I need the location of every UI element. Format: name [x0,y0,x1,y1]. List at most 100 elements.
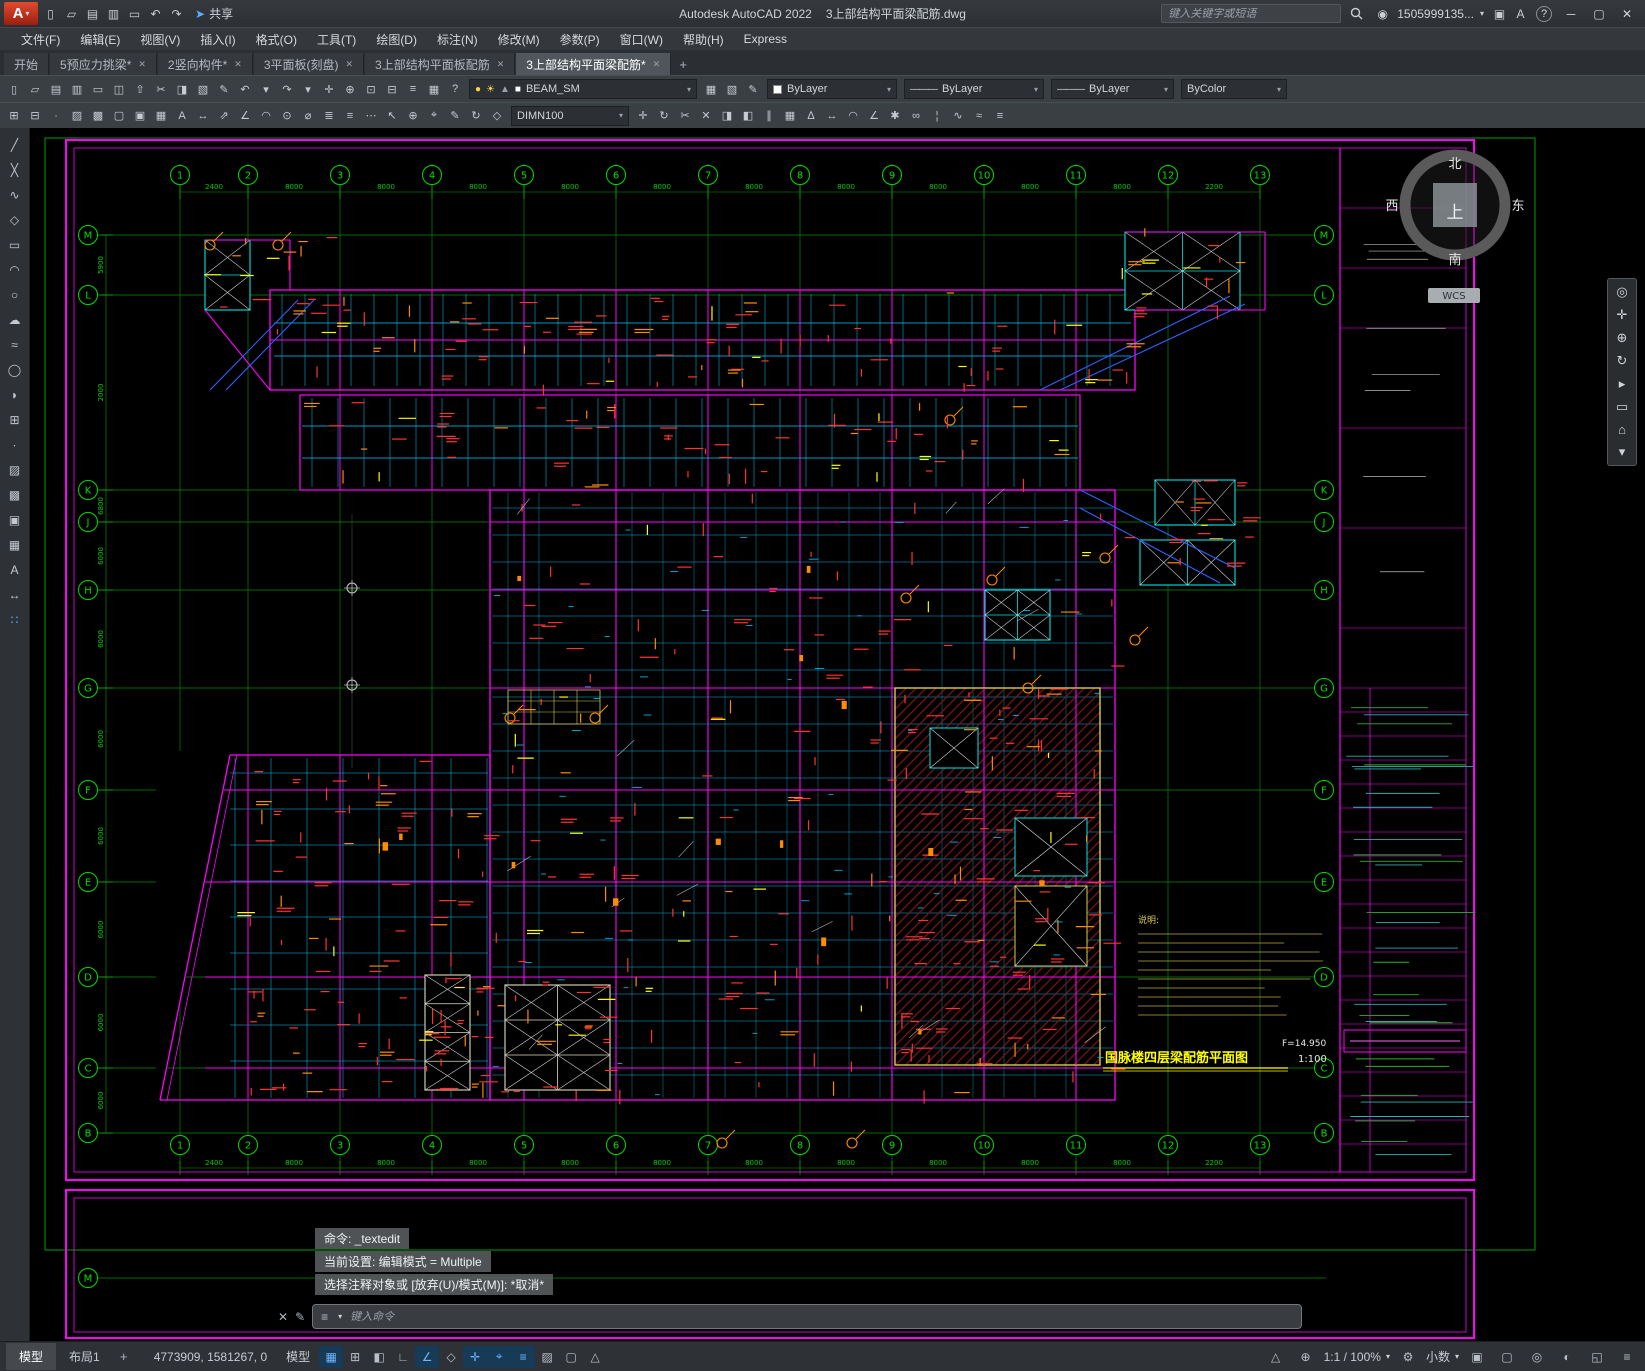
insert-block-tool[interactable]: ⊞ [3,409,27,431]
gradient-icon[interactable]: ▩ [88,105,108,126]
menu-item-12[interactable]: Express [735,29,796,49]
doc-tab-4[interactable]: 3上部结构平面板配筋 ✕ [365,53,516,75]
erase-icon[interactable]: ✕ [696,105,716,126]
gradient-tool[interactable]: ▩ [3,484,27,506]
layer-dropdown[interactable]: ● ☀ ▲ ■ BEAM_SM ▾ [469,79,697,99]
help-button[interactable]: ? [1536,5,1552,22]
revision-cloud-tool[interactable]: ☁ [3,309,27,331]
command-customize-icon[interactable]: ≡ [321,1310,328,1324]
circle-tool[interactable]: ○ [3,284,27,306]
arc-tool[interactable]: ◠ [3,259,27,281]
menu-item-0[interactable]: 文件(F) [12,28,69,51]
help-icon[interactable]: ? [445,79,465,100]
menu-item-2[interactable]: 视图(V) [131,28,189,51]
save-icon[interactable]: ▤ [82,3,103,25]
close-tab-icon[interactable]: ✕ [234,59,242,70]
line-tool[interactable]: ╱ [3,134,27,156]
quick-properties-button[interactable]: ▢ [1495,1346,1519,1368]
open-folder-icon[interactable]: ▱ [61,3,82,25]
diameter-dimension-icon[interactable]: ⌀ [298,105,318,126]
angular-dimension-icon[interactable]: ∠ [235,105,255,126]
undo-icon[interactable]: ↶ [145,3,166,25]
linetype-dropdown[interactable]: ——— ByLayer ▾ [904,79,1044,99]
mirror-icon[interactable]: ◧ [738,105,758,126]
polygon-tool[interactable]: ◇ [3,209,27,231]
baseline-dimension-icon[interactable]: ≡ [340,105,360,126]
zoom-window-icon[interactable]: ⊡ [361,79,381,100]
snap-mode-toggle[interactable]: ⊞ [343,1346,367,1368]
text-tool[interactable]: A [3,559,27,581]
menu-item-8[interactable]: 修改(M) [489,28,549,51]
model-paper-toggle[interactable]: 模型 [286,1348,310,1365]
multiline-text-icon[interactable]: A [172,105,192,126]
menu-item-10[interactable]: 窗口(W) [611,28,672,51]
layout-tab-0[interactable]: 模型 [6,1343,57,1370]
lineweight-dropdown[interactable]: ——— ByLayer ▾ [1051,79,1174,99]
open-folder-icon[interactable]: ▱ [25,79,45,100]
save-as-icon[interactable]: ▥ [67,79,87,100]
command-close-icon[interactable]: ✕ [278,1310,288,1324]
close-button[interactable]: ✕ [1613,1,1641,27]
polyline-tool[interactable]: ∿ [3,184,27,206]
chevron-down-icon[interactable]: ▾ [887,85,891,94]
workspace-switching-button[interactable]: ⚙ [1396,1346,1420,1368]
multileader-icon[interactable]: ↖ [382,105,402,126]
point-tool-icon[interactable]: ∙ [46,105,66,126]
isometric-drafting-toggle[interactable]: ◇ [439,1346,463,1368]
paste-icon[interactable]: ▧ [193,79,213,100]
redo-icon[interactable]: ↷ [166,3,187,25]
cart-icon[interactable]: ▣ [1489,3,1510,25]
command-edit-icon[interactable]: ✎ [295,1310,305,1324]
region-tool[interactable]: ▣ [3,509,27,531]
lineweight-display-toggle[interactable]: ≡ [511,1345,536,1368]
model-space-canvas[interactable]: 1 1 2 2 3 3 4 4 5 5 6 6 7 7 8 8 9 9 10 10 11 11 12 12 13 13 M M L L K K… [30,128,1645,1341]
match-layer-icon[interactable]: ✎ [743,79,763,100]
close-tab-icon[interactable]: ✕ [346,59,354,70]
scale-tool-icon[interactable]: ∆ [801,105,821,126]
offset-icon[interactable]: ∥ [759,105,779,126]
grid-display-toggle[interactable]: ▦ [319,1345,344,1368]
break-icon[interactable]: ¦ [927,105,947,126]
annotation-autoscale-button[interactable]: ⊕ [1294,1346,1318,1368]
navigation-settings-icon[interactable]: ▾ [1619,444,1626,460]
object-snap-tracking-toggle[interactable]: ✛ [463,1345,488,1368]
redo-icon[interactable]: ↷ [277,79,297,100]
save-icon[interactable]: ▤ [46,79,66,100]
explode-icon[interactable]: ✱ [885,105,905,126]
dimension-tool[interactable]: ↔ [3,584,27,606]
trim-icon[interactable]: ✂ [675,105,695,126]
radius-dimension-icon[interactable]: ⊙ [277,105,297,126]
maximize-button[interactable]: ▢ [1585,1,1613,27]
pan-icon[interactable]: ✛ [319,79,339,100]
chevron-down-icon[interactable]: ▾ [1164,85,1168,94]
menu-item-6[interactable]: 绘图(D) [367,28,426,51]
linear-dimension-icon[interactable]: ↔ [193,105,213,126]
doc-tab-2[interactable]: 2竖向构件* ✕ [157,53,253,75]
dimension-style-dropdown[interactable]: DIMN100 ▾ [511,105,629,126]
region-icon[interactable]: ▣ [130,105,150,126]
doc-tab-3[interactable]: 3平面板(刻盘) ✕ [253,53,365,75]
cut-icon[interactable]: ✂ [151,79,171,100]
hatch-icon[interactable]: ▨ [67,105,87,126]
help-search-box[interactable] [1161,4,1342,23]
copy-icon[interactable]: ◨ [172,79,192,100]
zoom-previous-icon[interactable]: ⊟ [382,79,402,100]
new-layout-button[interactable]: + [113,1346,135,1368]
layout-tab-1[interactable]: 布局1 [56,1343,113,1370]
home-view-icon[interactable]: ⌂ [1618,422,1626,437]
ellipse-arc-tool[interactable]: ◗ [3,384,27,406]
menu-item-11[interactable]: 帮助(H) [674,28,733,51]
zoom-extents-icon[interactable]: ⊕ [1617,330,1628,346]
pan-icon[interactable]: ✛ [1617,307,1628,323]
search-icon[interactable] [1346,3,1367,25]
table-tool[interactable]: ▦ [3,534,27,556]
tool-palettes-tool[interactable]: ∷ [3,609,27,631]
doc-tab-1[interactable]: 5预应力挑梁* ✕ [50,53,157,75]
copy-object-icon[interactable]: ◨ [717,105,737,126]
properties-palette-icon[interactable]: ≡ [403,79,423,100]
account-menu[interactable]: ◉ 1505999135... ▾ [1372,3,1484,25]
construction-line-tool[interactable]: ╳ [3,159,27,181]
insert-block-icon[interactable]: ⊞ [4,105,24,126]
color-dropdown[interactable]: ByLayer ▾ [767,79,897,99]
autodesk-app-menu-icon[interactable]: A [1510,3,1531,25]
